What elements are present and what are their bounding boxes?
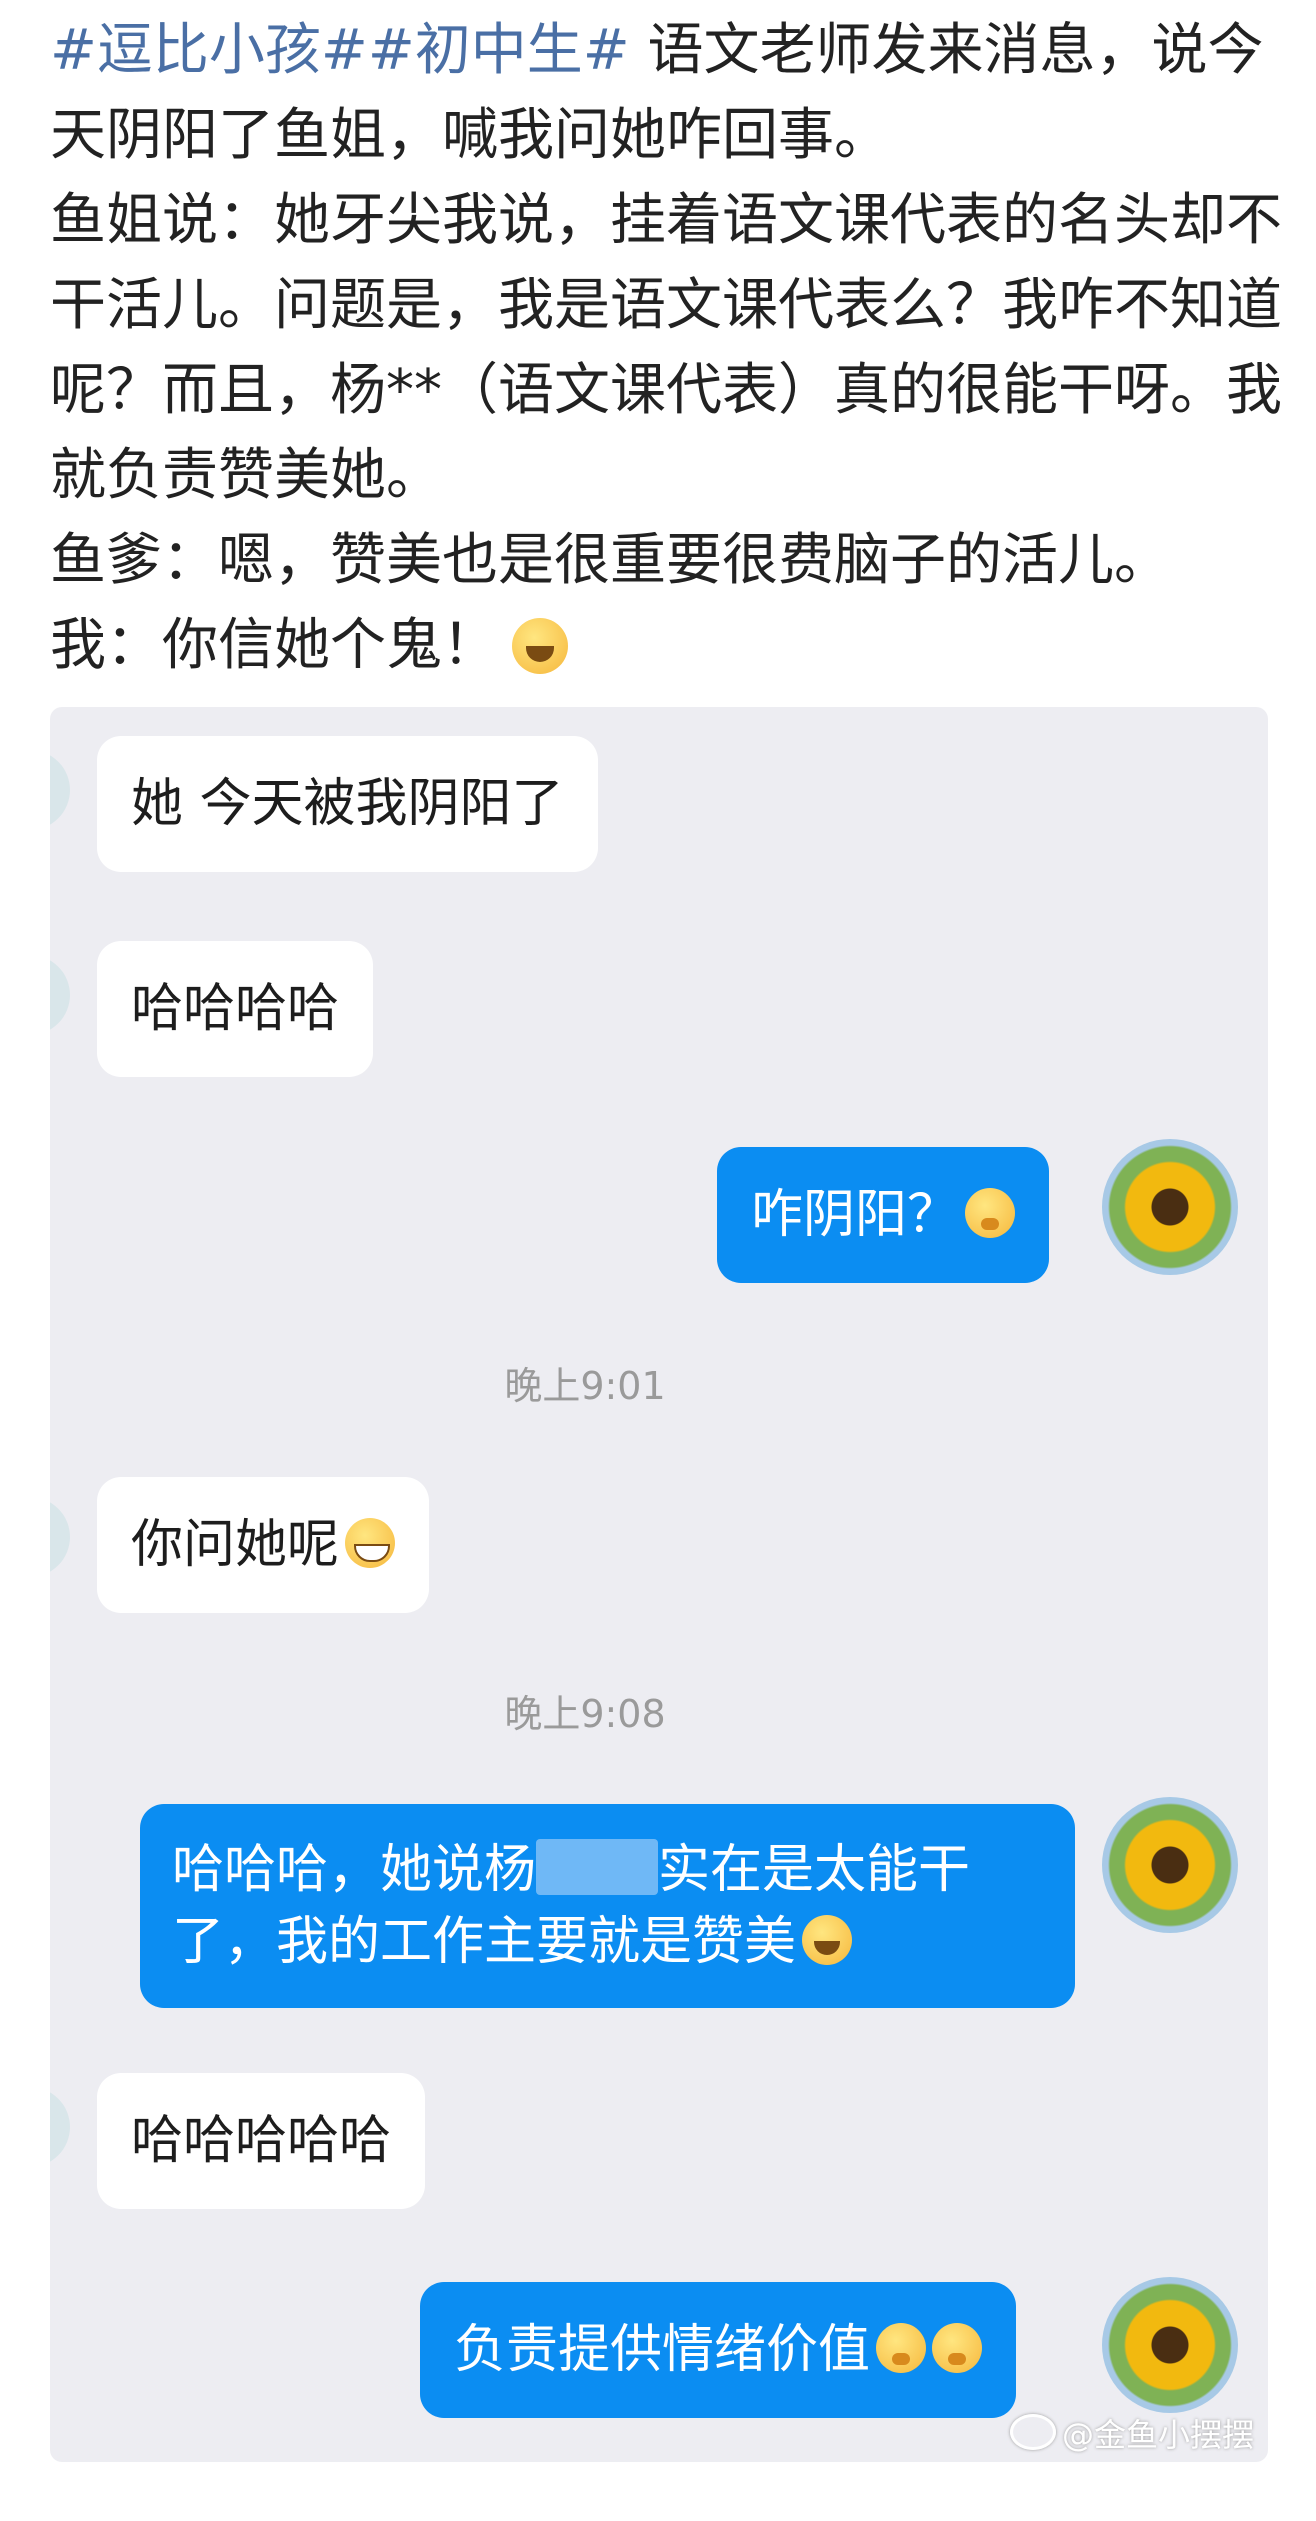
post-text: #逗比小孩##初中生# 语文老师发来消息，说今天阴阳了鱼姐，喊我问她咋回事。 鱼… [50,8,1290,688]
laugh-cry-emoji-icon [512,618,568,674]
chat-bubble-left: 哈哈哈哈 [97,941,374,1077]
chat-bubble-left: 你问她呢 [97,1477,430,1613]
post-paragraph-1: #逗比小孩##初中生# 语文老师发来消息，说今天阴阳了鱼姐，喊我问她咋回事。 [50,8,1290,178]
chat-bubble-left: 她 今天被我阴阳了 [97,736,598,872]
message-text: 负责提供情绪价值 [454,2320,871,2380]
message-text: 你问她呢 [131,1515,340,1575]
chat-bubble-right: 咋阴阳？ [717,1147,1050,1283]
contact-avatar [50,2087,70,2167]
topic-tag-1[interactable]: #逗比小孩# [50,18,368,83]
message-text: 咋阴阳？ [751,1185,960,1245]
sunflower-avatar [1102,1139,1238,1275]
chat-screenshot: 她 今天被我阴阳了 哈哈哈哈 咋阴阳？ 晚上9:01 你问她呢 晚上9:08 哈… [50,707,1268,2462]
thinking-emoji-icon [965,1188,1016,1238]
sunflower-avatar [1102,2277,1238,2413]
chat-timestamp: 晚上9:01 [504,1364,666,1408]
chat-bubble-right: 负责提供情绪价值 [420,2282,1017,2418]
post-paragraph-2: 鱼姐说：她牙尖我说，挂着语文课代表的名头却不干活儿。问题是，我是语文课代表么？我… [50,188,1282,508]
post-paragraph-3: 鱼爹：嗯，赞美也是很重要很费脑子的活儿。 [50,528,1170,593]
weibo-watermark: @金鱼小摆摆 [1009,2410,1254,2456]
message-text: 实在是太能干 [658,1840,971,1900]
message-text: 了，我的工作主要就是赞美 [172,1912,797,1972]
chat-bubble-right: 哈哈哈，她说杨 实在是太能干了，我的工作主要就是赞美 [140,1804,1075,2008]
post-line-4: 我：你信她个鬼！ [50,613,498,678]
contact-avatar [50,1497,70,1577]
weibo-icon [1009,2414,1056,2450]
thinking-emoji-icon [932,2323,983,2373]
redacted-name [536,1839,659,1895]
contact-avatar [50,750,70,830]
chat-timestamp: 晚上9:08 [504,1692,666,1736]
thinking-emoji-icon [876,2323,927,2373]
topic-tag-2[interactable]: #初中生# [368,18,630,83]
contact-avatar [50,955,70,1035]
sunflower-avatar [1102,1797,1238,1933]
grin-emoji-icon [345,1518,396,1568]
message-text: 哈哈哈，她说杨 [172,1840,537,1900]
watermark-text: @金鱼小摆摆 [1061,2416,1254,2454]
chat-bubble-left: 哈哈哈哈哈 [97,2073,426,2209]
post-paragraph-4: 我：你信她个鬼！ [50,603,1290,688]
laugh-cry-emoji-icon [802,1915,853,1965]
